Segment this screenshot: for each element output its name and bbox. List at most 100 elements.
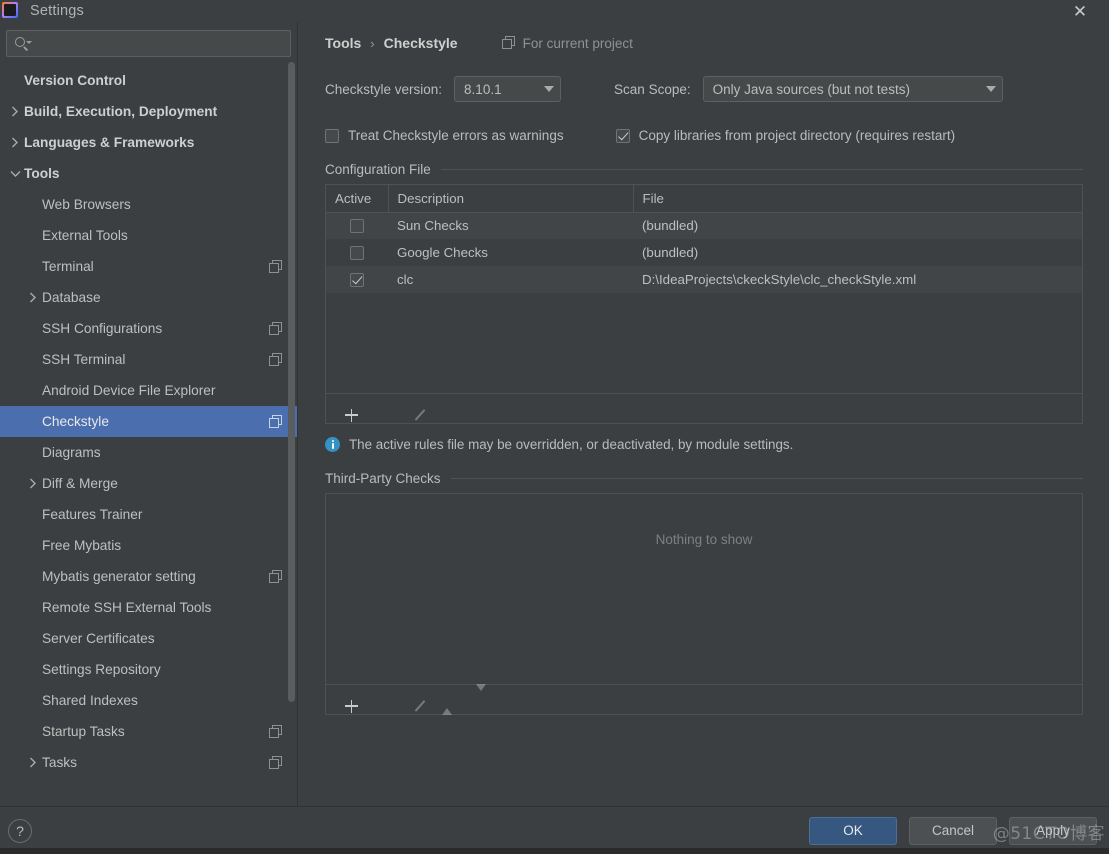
sidebar-item-server-certificates[interactable]: Server Certificates bbox=[0, 623, 297, 654]
third-party-empty-message: Nothing to show bbox=[655, 532, 753, 547]
sidebar-item-label: Features Trainer bbox=[42, 507, 143, 522]
sidebar-item-shared-indexes[interactable]: Shared Indexes bbox=[0, 685, 297, 716]
treat-errors-as-warnings-label: Treat Checkstyle errors as warnings bbox=[348, 128, 564, 143]
chevron-right-icon[interactable] bbox=[6, 137, 24, 148]
close-icon[interactable]: ✕ bbox=[1065, 0, 1095, 22]
chevron-down-icon[interactable] bbox=[6, 170, 24, 178]
breadcrumb-parent[interactable]: Tools bbox=[325, 35, 361, 51]
sidebar-item-label: Android Device File Explorer bbox=[42, 383, 216, 398]
version-scope-row: Checkstyle version: 8.10.1 Scan Scope: O… bbox=[325, 76, 1083, 102]
bottom-strip bbox=[0, 848, 1109, 854]
sidebar-item-android-device-file-explorer[interactable]: Android Device File Explorer bbox=[0, 375, 297, 406]
checkstyle-version-value: 8.10.1 bbox=[464, 81, 502, 97]
table-row[interactable]: Google Checks (bundled) bbox=[326, 239, 1082, 266]
third-party-plus-button[interactable] bbox=[336, 691, 354, 709]
settings-sidebar: Version Control Build, Execution, Deploym… bbox=[0, 22, 298, 806]
breadcrumb-current: Checkstyle bbox=[383, 35, 458, 51]
sidebar-item-ssh-terminal[interactable]: SSH Terminal bbox=[0, 344, 297, 375]
sidebar-item-mybatis-generator-setting[interactable]: Mybatis generator setting bbox=[0, 561, 297, 592]
sidebar-item-external-tools[interactable]: External Tools bbox=[0, 220, 297, 251]
project-scope-icon bbox=[269, 414, 283, 429]
sidebar-item-label: Shared Indexes bbox=[42, 693, 138, 708]
sidebar-item-settings-repository[interactable]: Settings Repository bbox=[0, 654, 297, 685]
sidebar-item-label: Diagrams bbox=[42, 445, 101, 460]
table-row[interactable]: clc D:\IdeaProjects\ckeckStyle\clc_checkS… bbox=[326, 266, 1082, 293]
sidebar-item-terminal[interactable]: Terminal bbox=[0, 251, 297, 282]
sidebar-item-label: SSH Configurations bbox=[42, 321, 163, 336]
configuration-file-section-title: Configuration File bbox=[325, 162, 1083, 177]
sidebar-item-label: Free Mybatis bbox=[42, 538, 122, 553]
project-scope-icon bbox=[269, 724, 283, 739]
chevron-right-icon[interactable] bbox=[24, 757, 42, 768]
checkstyle-version-label: Checkstyle version: bbox=[325, 81, 443, 97]
chevron-right-icon[interactable] bbox=[6, 106, 24, 117]
row-description-cell: clc bbox=[388, 266, 633, 293]
checkstyle-settings-panel: Tools › Checkstyle For current project C… bbox=[299, 22, 1109, 806]
third-party-section-title: Third-Party Checks bbox=[325, 471, 1083, 486]
row-active-cell bbox=[326, 266, 388, 293]
sidebar-item-build-execution-deployment[interactable]: Build, Execution, Deployment bbox=[0, 96, 297, 127]
table-row[interactable]: Sun Checks (bundled) bbox=[326, 212, 1082, 239]
sidebar-item-label: Server Certificates bbox=[42, 631, 155, 646]
row-active-cell bbox=[326, 212, 388, 239]
sidebar-item-remote-ssh-external-tools[interactable]: Remote SSH External Tools bbox=[0, 592, 297, 623]
scan-scope-select[interactable]: Only Java sources (but not tests) bbox=[702, 76, 1003, 102]
column-header-description[interactable]: Description bbox=[388, 185, 634, 213]
configuration-file-toolbar bbox=[326, 393, 1082, 423]
sidebar-item-tasks[interactable]: Tasks bbox=[0, 747, 297, 778]
sidebar-item-label: Build, Execution, Deployment bbox=[24, 104, 218, 119]
sidebar-item-label: Remote SSH External Tools bbox=[42, 600, 212, 615]
sidebar-item-diff-merge[interactable]: Diff & Merge bbox=[0, 468, 297, 499]
configuration-file-table: Active Description File Sun Checks (bundl… bbox=[326, 185, 1082, 393]
column-header-active[interactable]: Active bbox=[326, 185, 389, 213]
intellij-idea-logo-icon bbox=[2, 2, 18, 18]
sidebar-scrollbar-thumb[interactable] bbox=[288, 62, 295, 702]
chevron-down-icon bbox=[544, 86, 555, 92]
checkstyle-version-select[interactable]: 8.10.1 bbox=[454, 76, 562, 102]
sidebar-item-database[interactable]: Database bbox=[0, 282, 297, 313]
settings-dialog: Settings ✕ Version Control Build, Executi… bbox=[0, 0, 1109, 854]
dialog-footer: ? OK Cancel Apply bbox=[0, 806, 1109, 854]
sidebar-scrollbar[interactable] bbox=[288, 62, 295, 752]
sidebar-item-startup-tasks[interactable]: Startup Tasks bbox=[0, 716, 297, 747]
sidebar-item-label: Terminal bbox=[42, 259, 94, 274]
configuration-file-table-wrap: Active Description File Sun Checks (bundl… bbox=[325, 184, 1083, 424]
row-active-checkbox[interactable] bbox=[350, 273, 364, 288]
sidebar-item-features-trainer[interactable]: Features Trainer bbox=[0, 499, 297, 530]
help-button[interactable]: ? bbox=[8, 818, 32, 843]
copy-libraries-row: Copy libraries from project directory (r… bbox=[615, 128, 955, 143]
sidebar-item-checkstyle[interactable]: Checkstyle bbox=[0, 406, 297, 437]
treat-errors-as-warnings-checkbox[interactable] bbox=[325, 128, 339, 143]
sidebar-item-label: Settings Repository bbox=[42, 662, 161, 677]
search-icon bbox=[15, 36, 32, 52]
copy-libraries-checkbox[interactable] bbox=[615, 128, 630, 143]
sidebar-item-ssh-configurations[interactable]: SSH Configurations bbox=[0, 313, 297, 344]
row-active-checkbox[interactable] bbox=[350, 246, 364, 261]
row-file-cell: D:\IdeaProjects\ckeckStyle\clc_checkStyl… bbox=[633, 266, 1082, 293]
sidebar-item-free-mybatis[interactable]: Free Mybatis bbox=[0, 530, 297, 561]
third-party-arrow-up-button bbox=[438, 690, 456, 715]
config-plus-button[interactable] bbox=[336, 400, 354, 418]
sidebar-item-web-browsers[interactable]: Web Browsers bbox=[0, 189, 297, 220]
ok-button[interactable]: OK bbox=[809, 816, 897, 845]
chevron-down-icon bbox=[985, 86, 996, 92]
sidebar-item-label: Checkstyle bbox=[42, 414, 109, 429]
cancel-button[interactable]: Cancel bbox=[909, 816, 997, 845]
chevron-right-icon[interactable] bbox=[24, 478, 42, 489]
sidebar-item-version-control[interactable]: Version Control bbox=[0, 65, 297, 96]
scope-badge-label: For current project bbox=[522, 35, 633, 51]
search-input[interactable] bbox=[31, 36, 290, 51]
third-party-title-text: Third-Party Checks bbox=[325, 471, 441, 486]
third-party-minus-button bbox=[370, 691, 388, 709]
row-active-checkbox[interactable] bbox=[350, 219, 364, 234]
table-empty-space bbox=[326, 293, 1082, 393]
sidebar-item-diagrams[interactable]: Diagrams bbox=[0, 437, 297, 468]
search-box[interactable] bbox=[6, 30, 291, 57]
column-header-file[interactable]: File bbox=[633, 185, 1082, 213]
sidebar-item-languages-frameworks[interactable]: Languages & Frameworks bbox=[0, 127, 297, 158]
config-minus-button bbox=[370, 400, 388, 418]
sidebar-item-tools[interactable]: Tools bbox=[0, 158, 297, 189]
row-file-cell: (bundled) bbox=[633, 239, 1082, 266]
apply-button[interactable]: Apply bbox=[1009, 816, 1097, 845]
chevron-right-icon[interactable] bbox=[24, 292, 42, 303]
